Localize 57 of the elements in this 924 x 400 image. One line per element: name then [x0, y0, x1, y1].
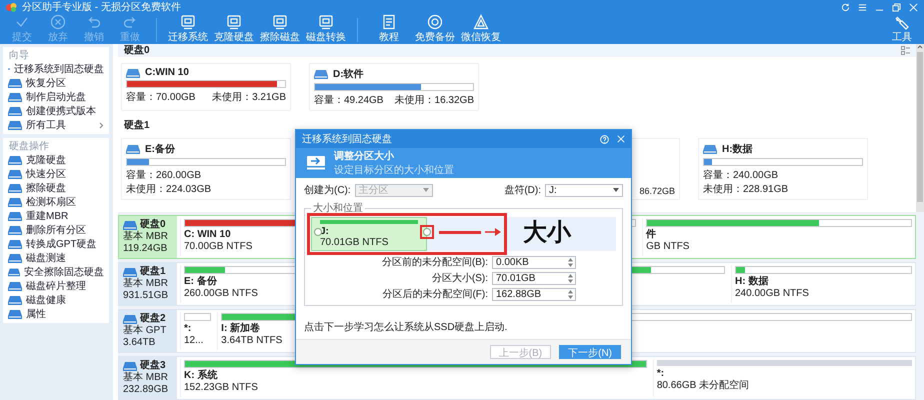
- partition-label: *:: [656, 368, 664, 380]
- partition-name: H:数据: [722, 142, 753, 156]
- partition-detail: 70.01GB NTFS: [320, 237, 390, 248]
- capacity: 容量：240.00GB: [703, 168, 778, 182]
- free-space: 未使用：3.21GB: [212, 90, 286, 104]
- capacity: 容量：49.24GB: [314, 94, 384, 107]
- partition-label: I: 新加卷: [221, 323, 260, 335]
- partition-detail: 3.64TB NTFS: [221, 335, 282, 347]
- disk-size: 119.24GB: [123, 243, 168, 255]
- partition-label: *:: [184, 323, 192, 335]
- disk-size: 232.89GB: [123, 384, 170, 396]
- step-heading: 调整分区大小: [334, 150, 395, 163]
- disk-name: 硬盘1: [140, 266, 166, 278]
- partition-label: C: WIN 10: [184, 229, 231, 241]
- free-space: 未使用：228.91GB: [703, 182, 788, 196]
- section-title: 向导: [8, 49, 30, 62]
- annotation-text: 大小: [523, 219, 571, 247]
- step-description: 设定目标分区的大小和位置: [334, 164, 454, 177]
- dialog-title: 迁移系统到固态硬盘: [302, 132, 393, 146]
- partition-label: 件: [646, 229, 656, 241]
- group-label: 大小和位置: [312, 202, 364, 215]
- disk-title: 硬盘1: [124, 119, 150, 132]
- partition-label: H: 数据: [735, 276, 768, 288]
- partition-detail: 260.00GB NTFS: [184, 288, 258, 300]
- capacity: 容量：70.00GB: [126, 90, 196, 104]
- partition-detail: GB NTFS: [646, 241, 690, 253]
- free-space: 未使用：16.32GB: [394, 94, 474, 107]
- disk-name: 硬盘3: [140, 360, 166, 372]
- disk-type: 基本 MBR: [123, 231, 169, 243]
- field-label: 创建为(C):: [304, 184, 351, 197]
- field-label: 分区大小(S):: [432, 272, 488, 285]
- disk-type: 基本 GPT: [123, 325, 168, 337]
- capacity: 容量：260.00GB: [126, 168, 202, 182]
- disk-size: 3.64TB: [123, 337, 156, 349]
- field-label: 盘符(D):: [504, 184, 541, 197]
- disk-name: 硬盘2: [140, 313, 166, 324]
- disk-title: 硬盘0: [124, 44, 150, 57]
- hint-text: 点击下一步学习怎么让系统从SSD硬盘上启动.: [304, 320, 508, 334]
- partition-name: D:软件: [333, 68, 364, 81]
- disk-type: 基本 MBR: [123, 372, 169, 384]
- partition-detail: 12...: [184, 335, 204, 347]
- free-space: 未使用：224.03GB: [126, 182, 212, 196]
- partition-name: E:备份: [145, 142, 175, 156]
- partition-detail: 80.66GB 未分配空间: [656, 380, 750, 392]
- disk-type: 基本 MBR: [123, 278, 169, 290]
- free-space: 86.72GB: [639, 186, 675, 196]
- section-title: 硬盘操作: [8, 140, 50, 153]
- partition-label: K: 系统: [184, 370, 218, 382]
- disk-size: 931.51GB: [123, 290, 170, 302]
- partition-detail: 240.00GB NTFS: [735, 288, 809, 300]
- partition-detail: 152.23GB NTFS: [184, 382, 258, 394]
- window-title: 分区助手专业版 - 无损分区免费软件: [22, 0, 182, 14]
- partition-name: C:WIN 10: [145, 67, 189, 78]
- disk-name: 硬盘0: [140, 219, 166, 230]
- partition-label: E: 备份: [184, 276, 217, 288]
- partition-detail: 70.00GB NTFS: [184, 241, 252, 253]
- field-label: 分区后的未分配空间(F):: [382, 288, 488, 301]
